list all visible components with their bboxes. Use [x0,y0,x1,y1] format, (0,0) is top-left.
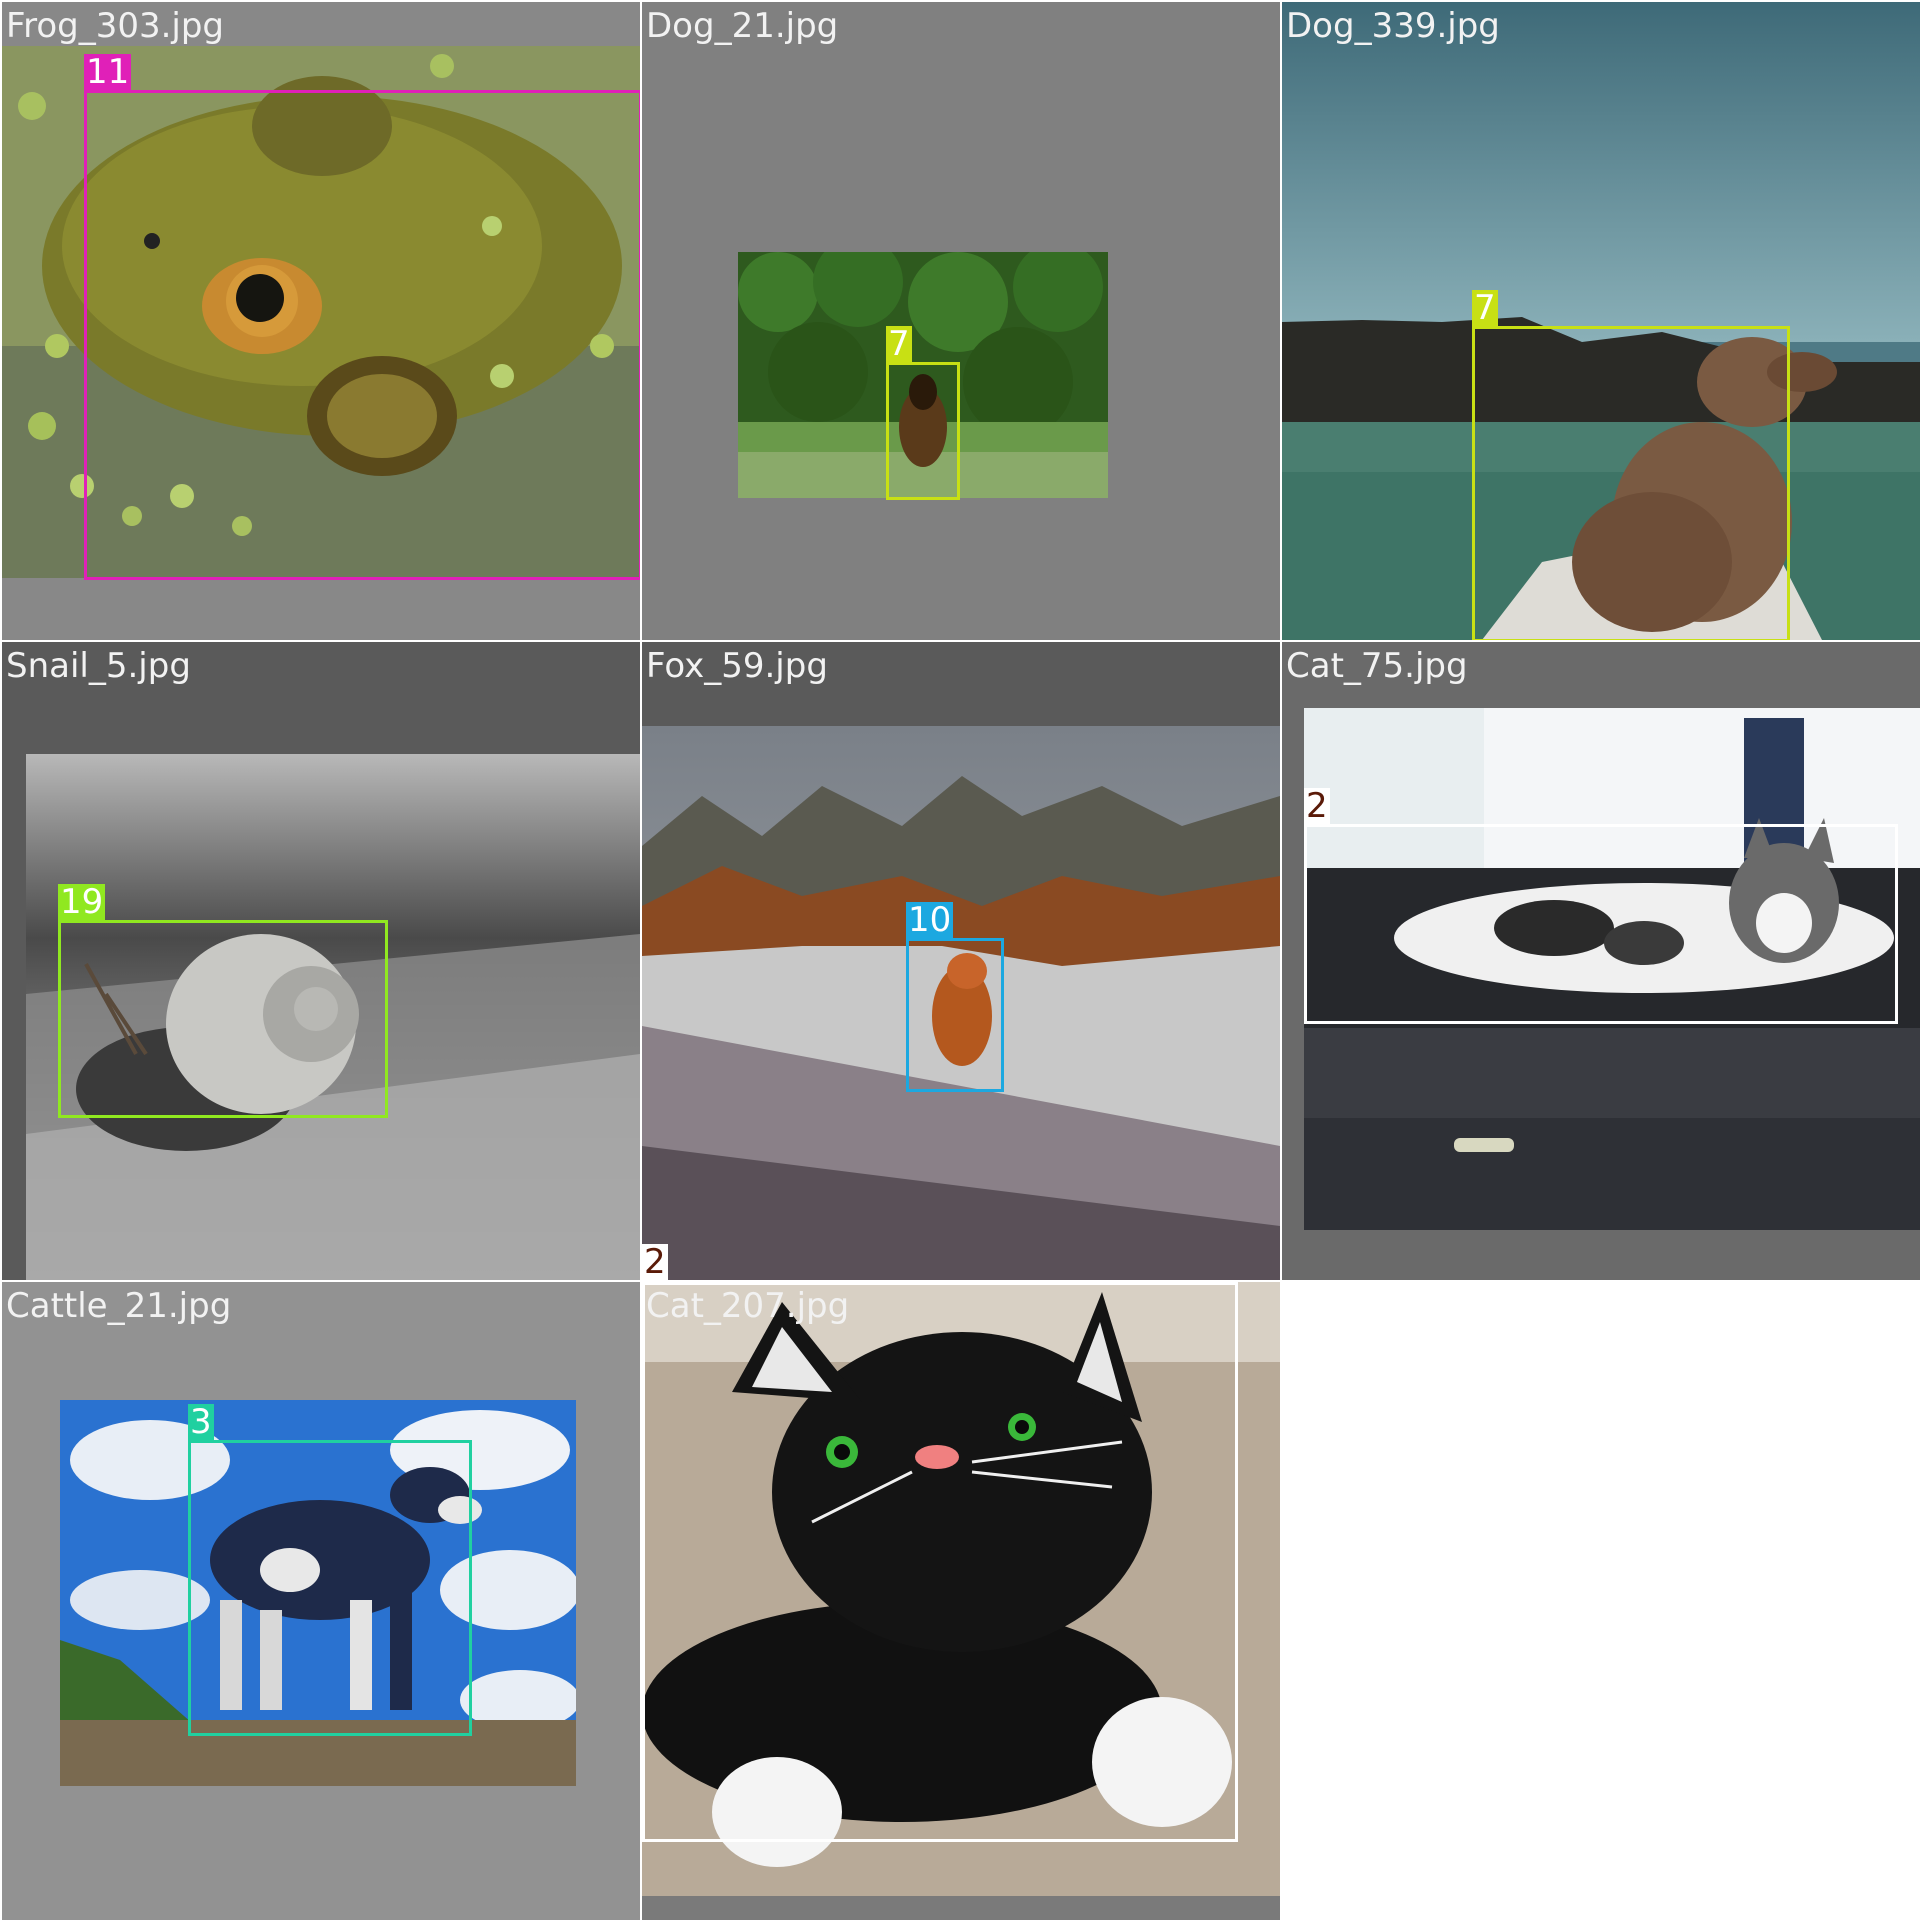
tile-filename: Frog_303.jpg [6,6,225,46]
tile-filename: Snail_5.jpg [6,646,191,686]
tile-cat-75: Cat_75.jpg 2 [1282,642,1920,1280]
tile-filename: Dog_339.jpg [1286,6,1500,46]
bounding-box-class-label: 7 [886,324,912,364]
tile-snail-5: Snail_5.jpg 19 [2,642,640,1280]
image-grid: Frog_303.jpg 11 Dog_21.jpg 7 Dog_339.jpg… [0,0,1920,1920]
tile-filename: Fox_59.jpg [646,646,828,686]
bounding-box: 3 [188,1404,472,1736]
bounding-box: 7 [886,326,960,500]
tile-filename: Cattle_21.jpg [6,1286,232,1326]
tile-dog-21: Dog_21.jpg 7 [642,2,1280,640]
bounding-box: 7 [1472,290,1790,640]
bounding-box: 2 [1304,788,1898,1024]
bounding-box-class-label: 19 [58,882,106,922]
bounding-box-class-label: 7 [1472,288,1498,328]
tile-filename: Cat_75.jpg [1286,646,1468,686]
bounding-box: 11 [84,54,640,580]
bounding-box-class-label: 2 [642,1242,668,1280]
bounding-box-class-label: 3 [188,1402,214,1442]
tile-cattle-21: Cattle_21.jpg 3 [2,1282,640,1920]
bounding-box: 19 [58,884,388,1118]
tile-filename: Cat_207.jpg [646,1286,850,1326]
tile-frog-303: Frog_303.jpg 11 [2,2,640,640]
bounding-box-class-label: 10 [906,900,954,940]
tile-filename: Dog_21.jpg [646,6,839,46]
bounding-box-class-label: 11 [84,52,132,92]
bounding-box: 10 [906,902,1004,1092]
bounding-box: 2 [642,1282,1238,1842]
tile-dog-339: Dog_339.jpg 7 [1282,2,1920,640]
bounding-box-class-label: 2 [1304,786,1330,826]
tile-cat-207: Cat_207.jpg 2 [642,1282,1280,1920]
tile-fox-59: Fox_59.jpg 10 2 [642,642,1280,1280]
